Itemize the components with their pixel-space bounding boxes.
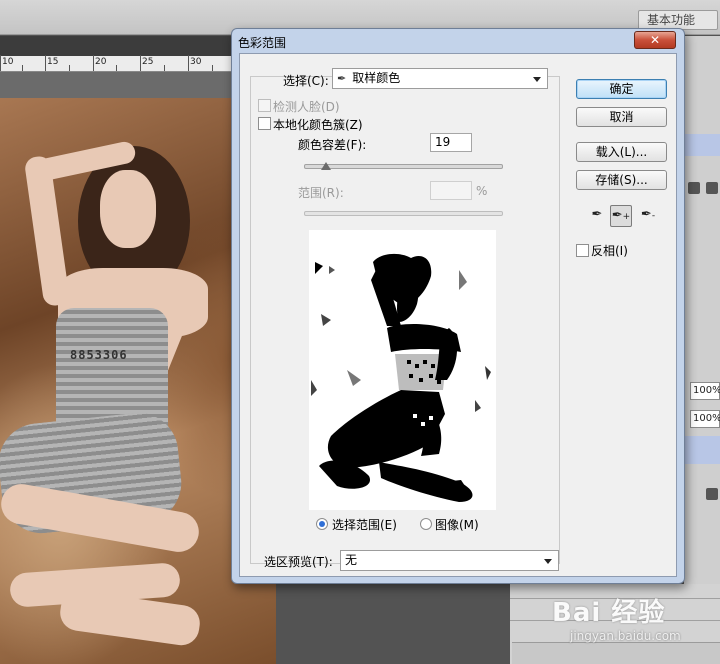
eyedropper-plus-icon[interactable]: ✒+ [610, 205, 632, 227]
panel-row-selected[interactable] [684, 134, 720, 156]
leg-shape [57, 588, 203, 648]
localized-clusters-label: 本地化颜色簇(Z) [273, 118, 363, 132]
invert-checkbox[interactable] [576, 244, 589, 257]
ruler-tick [116, 65, 117, 71]
view-image-radio[interactable] [420, 518, 432, 530]
horizontal-ruler: 10 15 20 25 30 [0, 55, 232, 72]
eyedropper-icon[interactable]: ✒ [586, 205, 608, 227]
localized-clusters-checkbox[interactable] [258, 117, 271, 130]
ruler-tick [188, 55, 189, 71]
camera-icon[interactable] [688, 182, 700, 194]
workspace-switcher[interactable]: 基本功能 [638, 10, 718, 30]
ruler-number: 30 [190, 57, 202, 67]
fill-field[interactable]: 100% [690, 410, 720, 428]
ruler-tick [140, 55, 141, 71]
face-shape [100, 170, 156, 248]
opacity-field[interactable]: 100% [690, 382, 720, 400]
detect-faces-checkbox[interactable] [258, 99, 271, 112]
fuzziness-input[interactable]: 19 [430, 133, 472, 152]
baidu-watermark: Bai 经验 jingyan.baidu.com [552, 592, 720, 652]
cancel-button[interactable]: 取消 [576, 107, 667, 127]
invert-label: 反相(I) [591, 244, 628, 258]
detect-faces-label: 检测人脸(D) [273, 100, 340, 114]
load-button[interactable]: 载入(L)... [576, 142, 667, 162]
layer-row-selected[interactable] [684, 436, 720, 464]
dress-pattern: 8853306 [70, 348, 128, 362]
selection-preview-value: 无 [345, 553, 358, 567]
right-panels [684, 36, 720, 664]
selection-preview-label: 选区预览(T): [264, 555, 333, 569]
view-selection-label: 选择范围(E) [332, 518, 397, 532]
range-label: 范围(R): [298, 186, 344, 200]
ruler-tick [0, 55, 1, 71]
lock-icon[interactable] [706, 488, 718, 500]
selection-preview [309, 230, 496, 510]
eyedropper-minus-icon[interactable]: ✒- [637, 205, 659, 227]
save-button[interactable]: 存储(S)... [576, 170, 667, 190]
range-input[interactable] [430, 181, 472, 200]
selection-mask-svg [309, 230, 496, 510]
view-selection-radio[interactable] [316, 518, 328, 530]
watermark-main: Bai 经验 [552, 598, 666, 628]
document-tab-bar [0, 36, 232, 56]
ruler-number: 15 [47, 57, 59, 67]
ruler-tick [93, 55, 94, 71]
fuzziness-slider[interactable] [304, 164, 503, 169]
view-image-label: 图像(M) [435, 518, 479, 532]
fuzziness-label: 颜色容差(F): [298, 138, 367, 152]
trash-icon[interactable] [706, 182, 718, 194]
ruler-tick [164, 65, 165, 71]
dialog-title: 色彩范围 [238, 36, 287, 50]
chevron-down-icon [544, 559, 552, 564]
ok-button[interactable]: 确定 [576, 79, 667, 99]
select-label: 选择(C): [283, 74, 329, 88]
range-unit: % [476, 184, 488, 198]
range-slider[interactable] [304, 211, 503, 216]
ruler-tick [45, 55, 46, 71]
select-value: 取样颜色 [352, 71, 401, 85]
eyedropper-icon: ✒ [337, 72, 347, 85]
ruler-number: 20 [95, 57, 107, 67]
ruler-tick [22, 65, 23, 71]
ruler-number: 10 [2, 57, 14, 67]
fuzziness-slider-thumb[interactable] [320, 162, 331, 170]
selection-preview-dropdown[interactable]: 无 [340, 550, 559, 571]
watermark-sub: jingyan.baidu.com [570, 629, 681, 643]
chevron-down-icon [533, 77, 541, 82]
select-dropdown[interactable]: ✒ 取样颜色 [332, 68, 548, 89]
close-button[interactable]: ✕ [634, 31, 676, 49]
ruler-tick [212, 65, 213, 71]
ruler-number: 25 [142, 57, 154, 67]
ruler-tick [69, 65, 70, 71]
